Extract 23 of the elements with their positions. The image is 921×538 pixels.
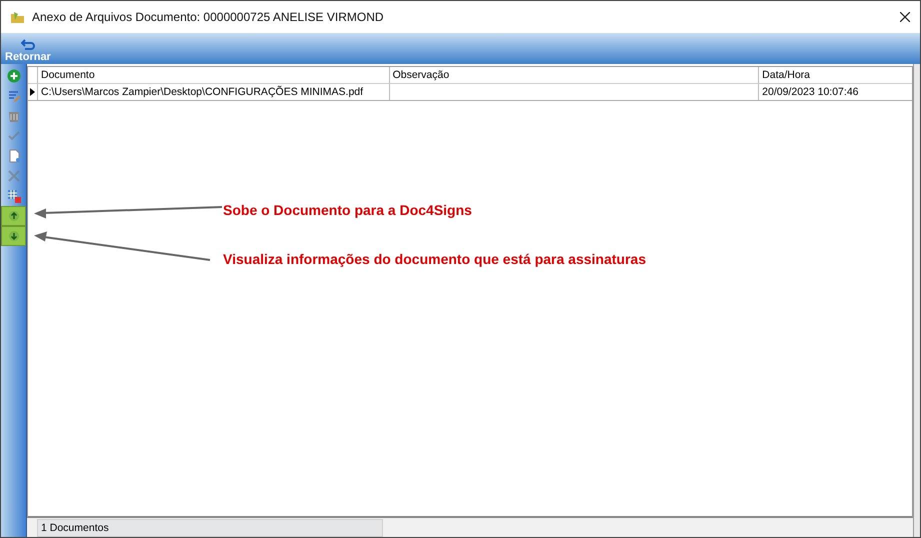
window-title: Anexo de Arquivos Documento: 0000000725 ANELISE VIRMOND [32, 10, 384, 24]
upload-icon [6, 209, 20, 223]
edit-list-icon [6, 89, 20, 103]
column-header[interactable]: Data/Hora [758, 67, 912, 83]
plus-circle-icon [6, 69, 20, 83]
upload-tool-button[interactable] [1, 206, 26, 226]
column-header[interactable]: Documento [36, 67, 389, 83]
table-cell: 20/09/2023 10:07:46 [758, 84, 912, 100]
table-cell: C:\Users\Marcos Zampier\Desktop\CONFIGURAÇÕES MINIMAS.pdf [36, 84, 389, 100]
status-text: 1 Documentos [37, 518, 383, 536]
download-tool-button[interactable] [1, 226, 26, 246]
grid-calendar-icon [6, 189, 20, 203]
annotation-text: Sobe o Documento para a Doc4Signs [223, 202, 472, 218]
return-arrow-icon [20, 39, 35, 50]
annotation-text: Visualiza informações do documento que está para assinaturas [223, 251, 646, 267]
check-icon [6, 129, 20, 143]
download-icon [6, 229, 20, 243]
cross-icon [6, 169, 20, 183]
folder-icon [10, 9, 26, 25]
close-icon[interactable] [900, 12, 910, 22]
trash-icon [6, 109, 20, 123]
document-icon [6, 149, 20, 163]
column-header[interactable]: Observação [388, 67, 758, 83]
